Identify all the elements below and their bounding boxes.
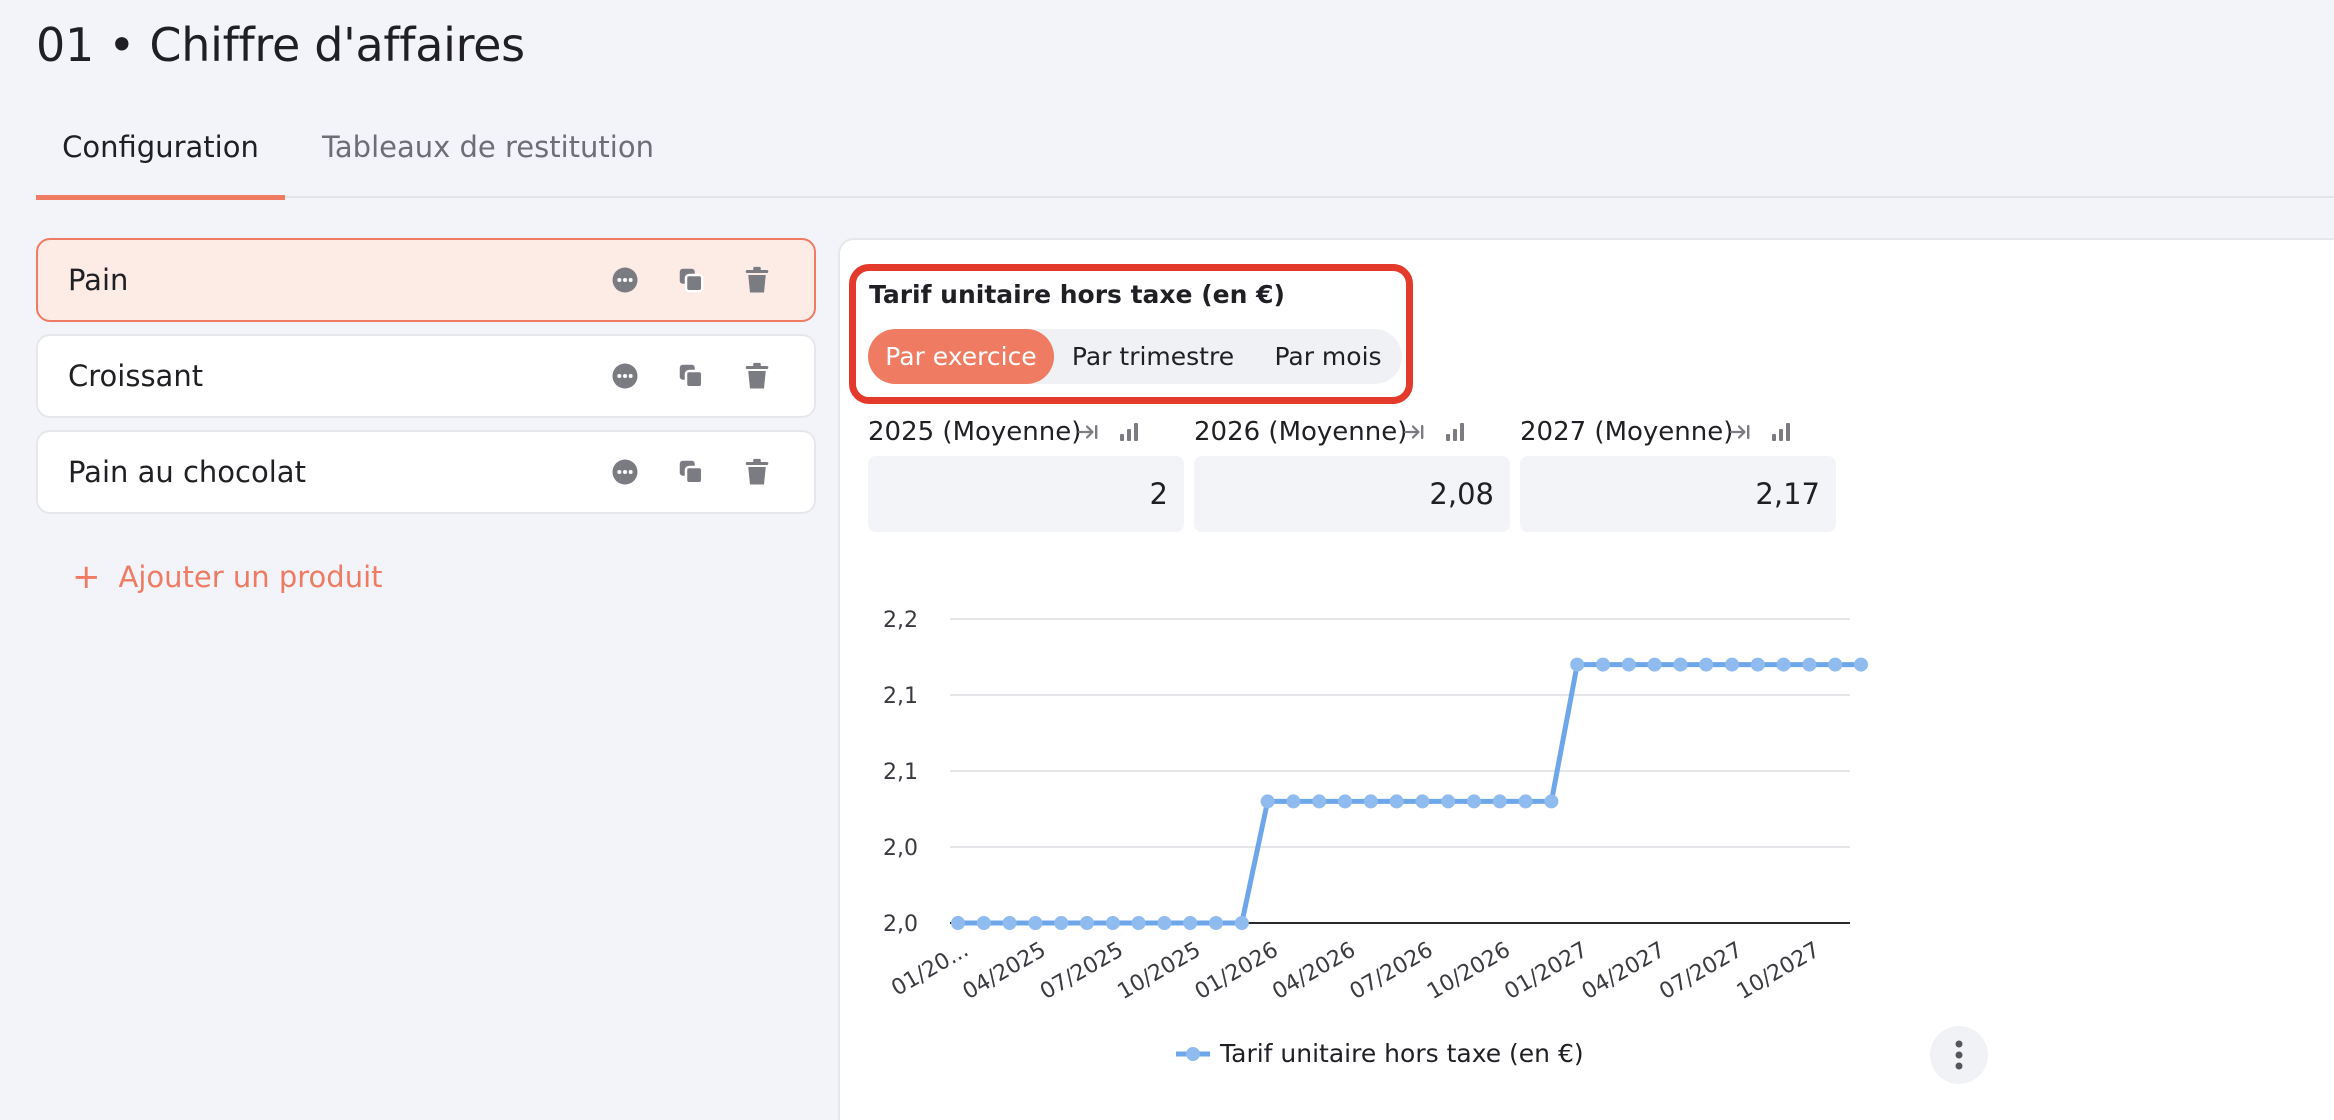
tab-tableaux-de-restitution[interactable]: Tableaux de restitution (322, 124, 654, 198)
page-title: 01 • Chiffre d'affaires (36, 18, 525, 72)
fill-right-icon[interactable] (1728, 420, 1752, 444)
product-name: Pain au chocolat (68, 455, 306, 489)
tab-bar: Configuration Tableaux de restitution (36, 124, 2334, 200)
legend-label: Tarif unitaire hors taxe (en €) (1220, 1039, 1584, 1068)
year-label-2026: 2026 (Moyenne) (1194, 417, 1408, 447)
legend-swatch (1176, 1047, 1210, 1061)
chart-menu-button[interactable] (1930, 1026, 1988, 1084)
product-name: Pain (68, 263, 129, 297)
period-par-trimestre-button[interactable]: Par trimestre (1058, 329, 1248, 384)
year-label-2027: 2027 (Moyenne) (1520, 417, 1734, 447)
year-label-2025: 2025 (Moyenne) (868, 417, 1082, 447)
period-par-exercice-button[interactable]: Par exercice (868, 329, 1054, 384)
duplicate-icon[interactable] (676, 361, 706, 391)
trash-icon[interactable] (742, 361, 772, 391)
comment-icon[interactable] (610, 361, 640, 391)
bar-chart-icon[interactable] (1443, 420, 1467, 444)
fill-right-icon[interactable] (1076, 420, 1100, 444)
bar-chart-icon[interactable] (1769, 420, 1793, 444)
product-item-pain[interactable]: Pain (36, 238, 816, 322)
fill-right-icon[interactable] (1402, 420, 1426, 444)
year-input-2026[interactable] (1194, 456, 1510, 532)
trash-icon[interactable] (742, 457, 772, 487)
period-selector: Par exercice Par trimestre Par mois (868, 329, 1402, 384)
comment-icon[interactable] (610, 265, 640, 295)
year-input-2027[interactable] (1520, 456, 1836, 532)
bar-chart-icon[interactable] (1117, 420, 1141, 444)
period-par-mois-button[interactable]: Par mois (1254, 329, 1402, 384)
section-label: Tarif unitaire hors taxe (en €) (869, 280, 1285, 309)
duplicate-icon[interactable] (676, 457, 706, 487)
comment-icon[interactable] (610, 457, 640, 487)
trash-icon[interactable] (742, 265, 772, 295)
tab-configuration[interactable]: Configuration (36, 124, 285, 200)
plus-icon: + (72, 557, 101, 597)
add-product-button[interactable]: + Ajouter un produit (72, 552, 383, 602)
product-item-croissant[interactable]: Croissant (36, 334, 816, 418)
more-vertical-icon (1955, 1040, 1963, 1070)
product-item-pain-au-chocolat[interactable]: Pain au chocolat (36, 430, 816, 514)
duplicate-icon[interactable] (676, 265, 706, 295)
add-product-label: Ajouter un produit (118, 560, 383, 594)
product-name: Croissant (68, 359, 204, 393)
year-input-2025[interactable] (868, 456, 1184, 532)
